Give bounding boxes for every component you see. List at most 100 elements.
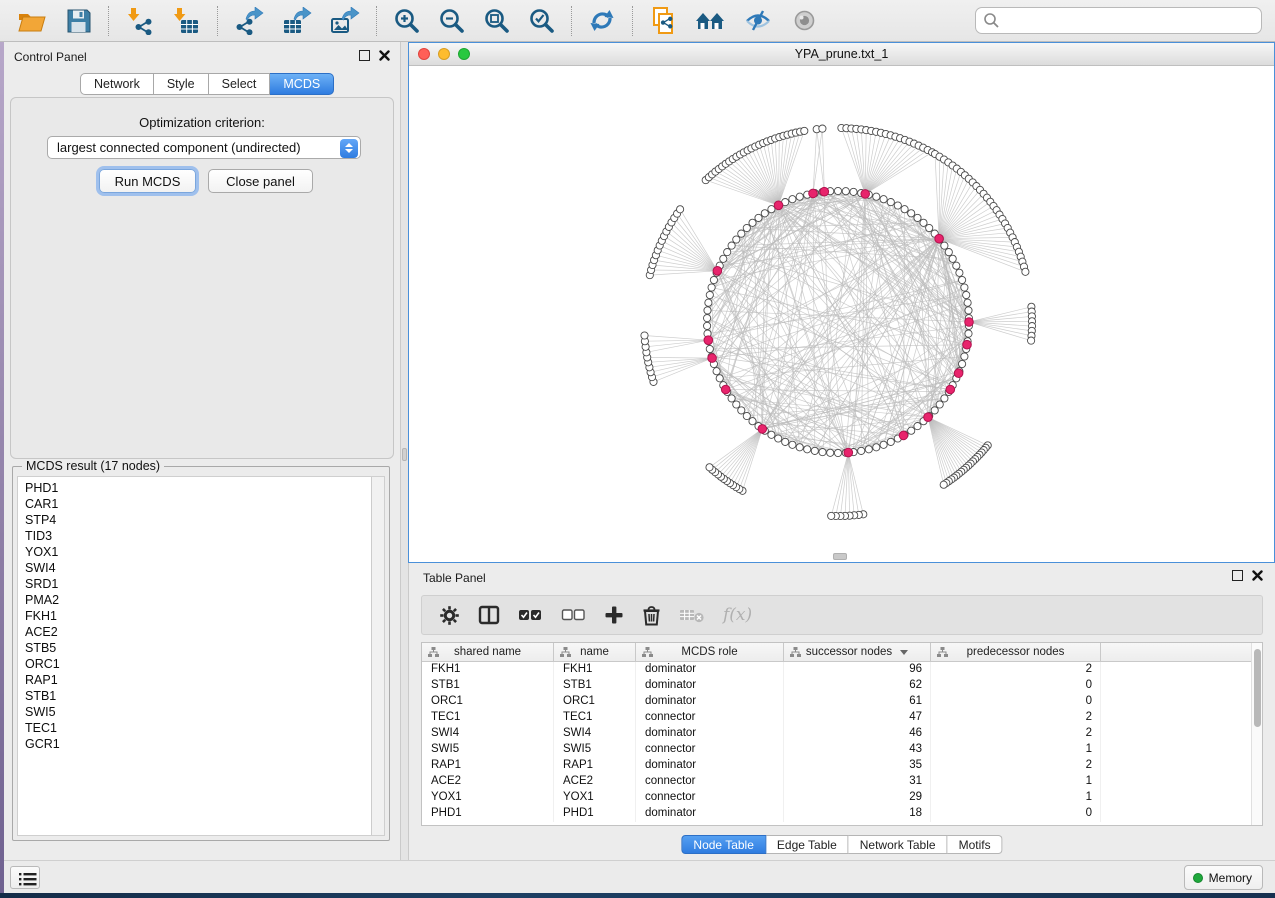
network-node[interactable] bbox=[733, 236, 740, 243]
control-panel-close-icon[interactable] bbox=[379, 50, 390, 61]
mcds-node-item[interactable]: PMA2 bbox=[18, 592, 384, 608]
table-cell[interactable]: ACE2 bbox=[554, 774, 636, 790]
export-table-button[interactable] bbox=[276, 5, 318, 37]
mcds-result-list[interactable]: PHD1CAR1STP4TID3YOX1SWI4SRD1PMA2FKH1ACE2… bbox=[17, 476, 385, 836]
table-cell[interactable]: connector bbox=[636, 742, 784, 758]
tab-edge-table[interactable]: Edge Table bbox=[766, 835, 849, 854]
column-header-name[interactable]: name bbox=[554, 643, 636, 661]
table-row[interactable]: SWI5SWI5connector431 bbox=[422, 742, 1262, 758]
table-cell[interactable]: PHD1 bbox=[422, 806, 554, 822]
table-cell[interactable]: 2 bbox=[931, 726, 1101, 742]
network-node[interactable] bbox=[940, 481, 947, 488]
mcds-node-item[interactable]: STP4 bbox=[18, 512, 384, 528]
table-cell[interactable]: 2 bbox=[931, 662, 1101, 678]
network-node[interactable] bbox=[749, 219, 756, 226]
network-node[interactable] bbox=[914, 423, 921, 430]
deselect-all-button[interactable] bbox=[554, 604, 593, 626]
table-cell[interactable]: ORC1 bbox=[422, 694, 554, 710]
network-node[interactable] bbox=[956, 269, 963, 276]
network-node[interactable] bbox=[894, 202, 901, 209]
table-scrollbar[interactable] bbox=[1251, 643, 1262, 825]
table-cell[interactable]: YOX1 bbox=[422, 790, 554, 806]
tab-network-table[interactable]: Network Table bbox=[849, 835, 948, 854]
table-cell[interactable]: TEC1 bbox=[554, 710, 636, 726]
table-row[interactable]: ACE2ACE2connector311 bbox=[422, 774, 1262, 790]
network-canvas[interactable] bbox=[409, 66, 1274, 562]
table-cell[interactable]: 0 bbox=[931, 806, 1101, 822]
network-node[interactable] bbox=[834, 187, 841, 194]
network-node[interactable] bbox=[749, 418, 756, 425]
table-row[interactable]: FKH1FKH1dominator962 bbox=[422, 662, 1262, 678]
table-cell[interactable]: dominator bbox=[636, 694, 784, 710]
result-list-scrollbar[interactable] bbox=[371, 477, 384, 835]
network-node[interactable] bbox=[873, 193, 880, 200]
table-cell[interactable]: dominator bbox=[636, 806, 784, 822]
export-image-button[interactable] bbox=[324, 5, 366, 37]
network-node[interactable] bbox=[789, 196, 796, 203]
refresh-view-button[interactable] bbox=[582, 5, 622, 36]
column-header-successor-nodes[interactable]: successor nodes bbox=[784, 643, 931, 661]
network-node[interactable] bbox=[775, 435, 782, 442]
network-node[interactable] bbox=[796, 444, 803, 451]
table-cell[interactable]: connector bbox=[636, 774, 784, 790]
table-cell[interactable]: PHD1 bbox=[554, 806, 636, 822]
table-cell[interactable]: dominator bbox=[636, 758, 784, 774]
mcds-hub-node[interactable] bbox=[844, 448, 853, 457]
table-cell[interactable]: 0 bbox=[931, 678, 1101, 694]
table-row[interactable]: TEC1TEC1connector472 bbox=[422, 710, 1262, 726]
network-node[interactable] bbox=[1028, 337, 1035, 344]
table-cell[interactable]: RAP1 bbox=[422, 758, 554, 774]
table-cell[interactable]: SWI4 bbox=[422, 726, 554, 742]
network-node[interactable] bbox=[811, 447, 818, 454]
table-cell[interactable]: SWI5 bbox=[554, 742, 636, 758]
network-node[interactable] bbox=[931, 407, 938, 414]
tab-style[interactable]: Style bbox=[154, 73, 209, 95]
mcds-hub-node[interactable] bbox=[954, 369, 963, 378]
import-network-button[interactable] bbox=[119, 5, 160, 37]
column-header-MCDS-role[interactable]: MCDS role bbox=[636, 643, 784, 661]
mcds-node-item[interactable]: STB5 bbox=[18, 640, 384, 656]
table-cell[interactable]: 61 bbox=[784, 694, 931, 710]
mcds-node-item[interactable]: YOX1 bbox=[18, 544, 384, 560]
table-cell[interactable]: YOX1 bbox=[554, 790, 636, 806]
network-node[interactable] bbox=[850, 188, 857, 195]
network-node[interactable] bbox=[961, 284, 968, 291]
network-node[interactable] bbox=[706, 345, 713, 352]
mcds-hub-node[interactable] bbox=[899, 431, 908, 440]
run-mcds-button[interactable]: Run MCDS bbox=[99, 169, 196, 193]
network-node[interactable] bbox=[908, 210, 915, 217]
table-panel-float-icon[interactable] bbox=[1232, 570, 1243, 581]
tab-select[interactable]: Select bbox=[209, 73, 271, 95]
network-node[interactable] bbox=[959, 360, 966, 367]
network-node[interactable] bbox=[733, 401, 740, 408]
network-node[interactable] bbox=[1022, 268, 1029, 275]
column-header-shared-name[interactable]: shared name bbox=[422, 643, 554, 661]
mcds-hub-node[interactable] bbox=[708, 354, 717, 363]
mcds-hub-node[interactable] bbox=[820, 187, 829, 196]
mcds-node-item[interactable]: RAP1 bbox=[18, 672, 384, 688]
table-cell[interactable]: 31 bbox=[784, 774, 931, 790]
network-node[interactable] bbox=[716, 375, 723, 382]
mcds-node-item[interactable]: ACE2 bbox=[18, 624, 384, 640]
control-panel-float-icon[interactable] bbox=[359, 50, 370, 61]
table-row[interactable]: STB1STB1dominator620 bbox=[422, 678, 1262, 694]
network-node[interactable] bbox=[827, 449, 834, 456]
table-cell[interactable]: dominator bbox=[636, 726, 784, 742]
network-node[interactable] bbox=[965, 330, 972, 337]
network-node[interactable] bbox=[908, 427, 915, 434]
first-neighbors-button[interactable] bbox=[689, 5, 732, 36]
network-node[interactable] bbox=[945, 249, 952, 256]
network-node[interactable] bbox=[704, 322, 711, 329]
tab-network[interactable]: Network bbox=[80, 73, 154, 95]
network-node[interactable] bbox=[914, 214, 921, 221]
mcds-hub-node[interactable] bbox=[809, 189, 818, 198]
task-history-button[interactable] bbox=[10, 866, 40, 889]
mcds-hub-node[interactable] bbox=[924, 413, 933, 422]
network-node[interactable] bbox=[728, 395, 735, 402]
table-row[interactable]: RAP1RAP1dominator352 bbox=[422, 758, 1262, 774]
mcds-node-item[interactable]: GCR1 bbox=[18, 736, 384, 752]
zoom-selected-button[interactable] bbox=[522, 5, 561, 36]
mcds-hub-node[interactable] bbox=[704, 336, 713, 345]
mcds-hub-node[interactable] bbox=[946, 385, 955, 394]
table-cell[interactable]: 18 bbox=[784, 806, 931, 822]
